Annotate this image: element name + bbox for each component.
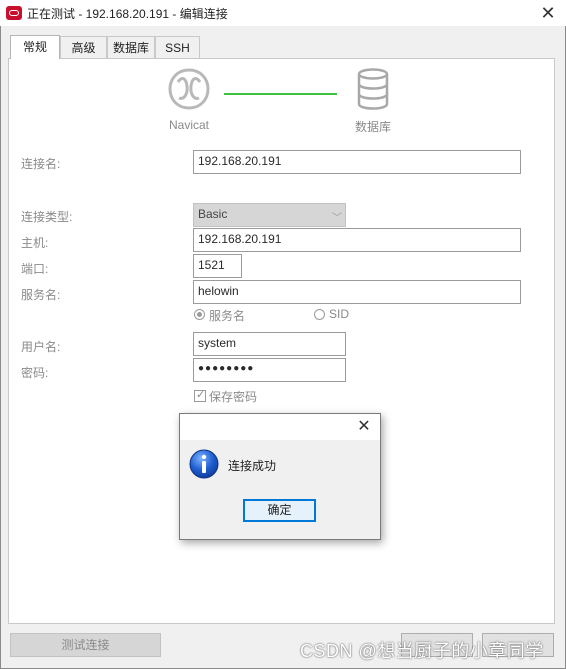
password-input[interactable]: ●●●●●●●● [193, 358, 346, 382]
tab-general[interactable]: 常规 [10, 35, 60, 59]
service-name-input[interactable]: helowin [193, 280, 521, 304]
tab-advanced[interactable]: 高级 [60, 36, 107, 58]
info-icon [189, 449, 219, 479]
connection-name-input[interactable]: 192.168.20.191 [193, 150, 521, 174]
service-name-label: 服务名: [21, 288, 61, 302]
port-label: 端口: [21, 262, 49, 276]
watermark: CSDN @想当厨子的小章同学 [300, 641, 544, 661]
window-title: 正在测试 - 192.168.20.191 - 编辑连接 [27, 7, 228, 21]
username-label: 用户名: [21, 340, 61, 354]
test-connection-button[interactable]: 测试连接 [10, 633, 161, 657]
host-label: 主机: [21, 236, 49, 250]
dialog-message: 连接成功 [228, 459, 277, 473]
dialog-close-button[interactable]: ✕ [352, 416, 376, 438]
sid-radio-label: SID [329, 307, 350, 321]
password-label: 密码: [21, 366, 49, 380]
success-dialog: ✕ 连接成功 确定 [179, 413, 381, 540]
navicat-logo-icon [168, 68, 210, 110]
port-input[interactable]: 1521 [193, 254, 242, 278]
tab-ssh[interactable]: SSH [155, 36, 200, 58]
dialog-title-bar [180, 414, 380, 440]
database-icon [357, 68, 389, 110]
host-input[interactable]: 192.168.20.191 [193, 228, 521, 252]
confirm-button[interactable]: 确定 [243, 499, 316, 522]
navicat-label: Navicat [168, 118, 209, 132]
tab-database[interactable]: 数据库 [107, 36, 155, 58]
service-name-radio-label: 服务名 [209, 309, 246, 323]
connection-name-label: 连接名: [21, 157, 61, 171]
database-label: 数据库 [354, 120, 391, 134]
username-input[interactable]: system [193, 332, 346, 356]
connection-type-label: 连接类型: [21, 210, 73, 224]
window-close-button[interactable]: ✕ [536, 2, 560, 24]
sid-radio[interactable] [314, 309, 325, 320]
save-password-label: 保存密码 [209, 390, 258, 404]
connection-type-select[interactable]: Basic [193, 203, 346, 227]
service-name-radio[interactable] [194, 309, 205, 320]
save-password-checkbox[interactable] [194, 388, 206, 402]
chevron-down-icon: ﹀ [332, 213, 342, 224]
oracle-app-icon [6, 6, 22, 20]
connection-line [224, 93, 337, 95]
